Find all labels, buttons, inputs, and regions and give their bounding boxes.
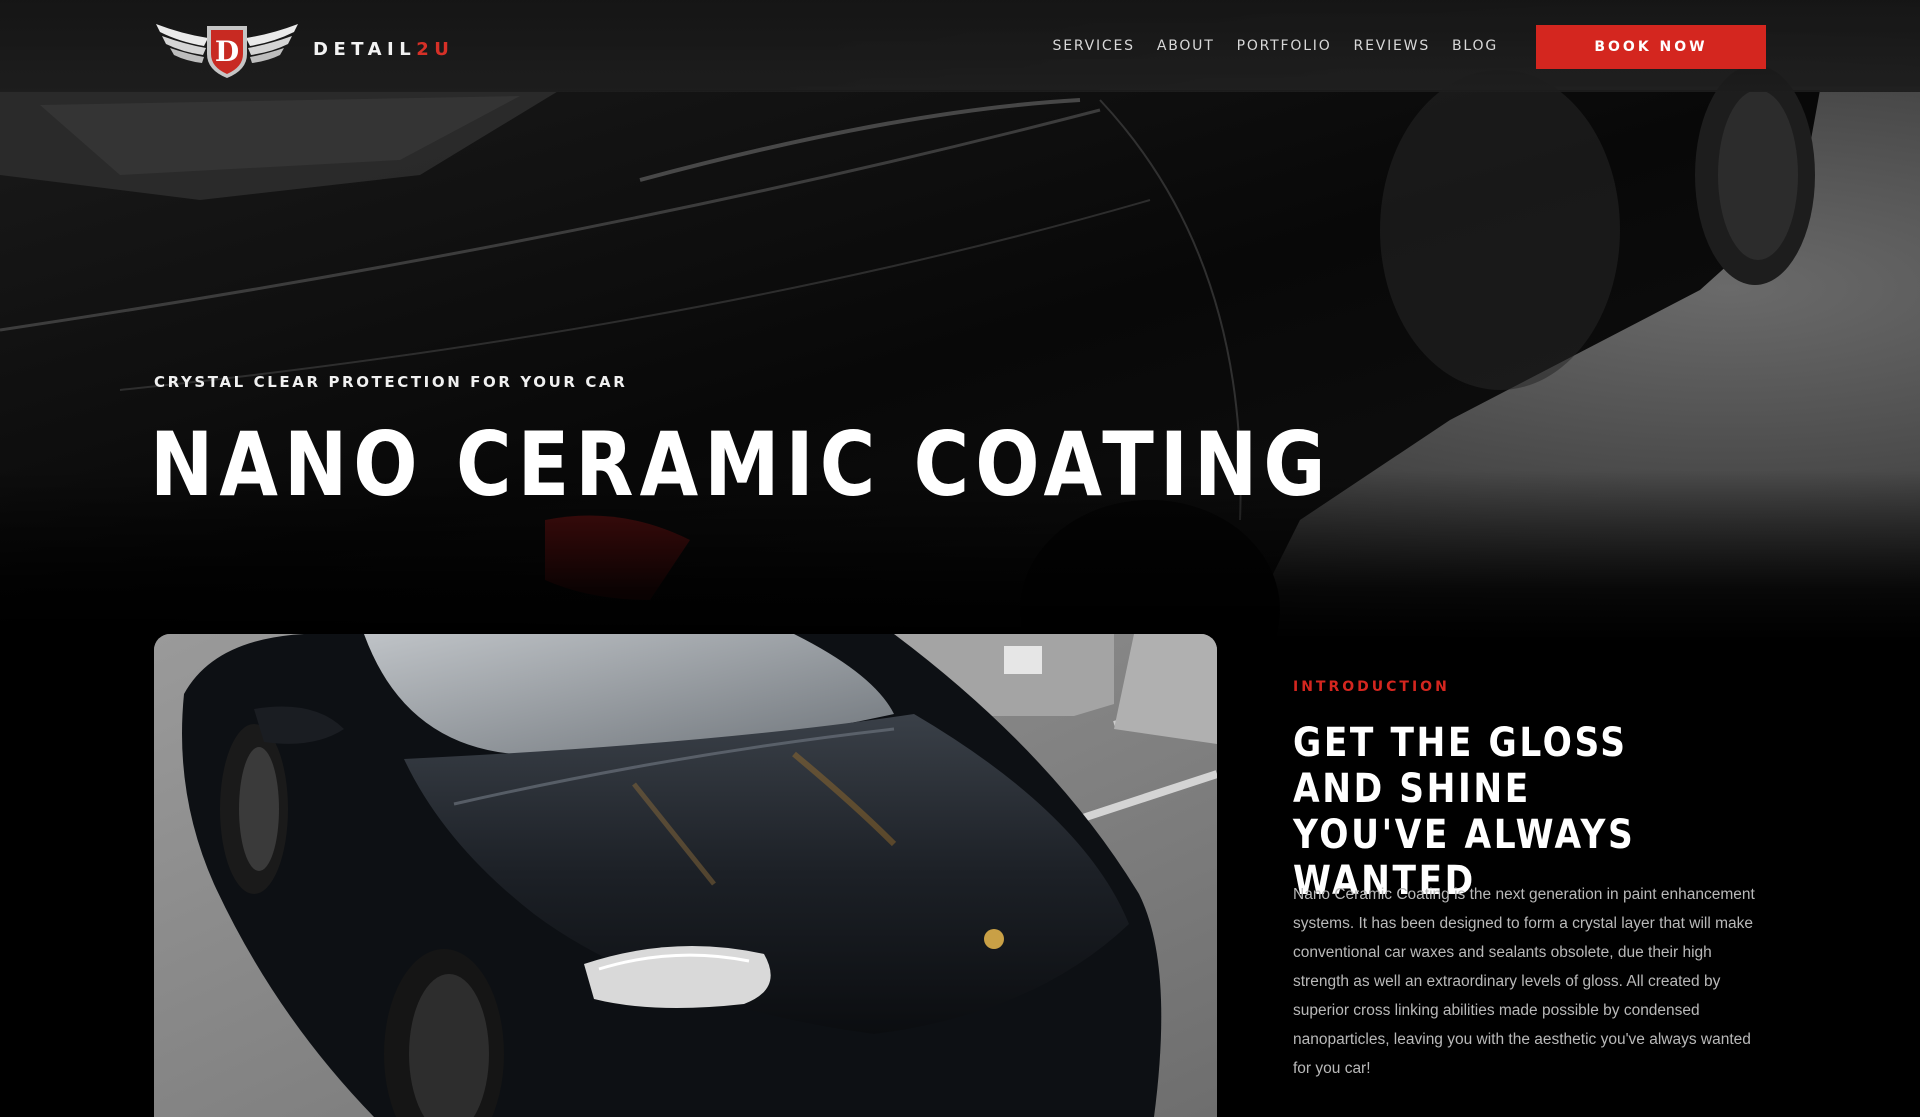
feature-car-image [154,634,1217,1117]
intro-body-text: Nano Ceramic Coating is the next generat… [1293,886,1755,1077]
main-nav: SERVICES ABOUT PORTFOLIO REVIEWS BLOG [1053,0,1498,92]
book-now-button[interactable]: BOOK NOW [1536,25,1766,69]
brand-wordmark: DETAIL2U [313,39,455,60]
intro-heading: GET THE GLOSS AND SHINE YOU'VE ALWAYS WA… [1293,720,1636,904]
brand-logo-link[interactable]: D DETAIL2U [152,14,449,80]
nav-item-portfolio[interactable]: PORTFOLIO [1237,38,1332,54]
nav-item-about[interactable]: ABOUT [1157,38,1215,54]
nav-item-services[interactable]: SERVICES [1053,38,1135,54]
hero-eyebrow: CRYSTAL CLEAR PROTECTION FOR YOUR CAR [154,373,628,391]
hero-title: NANO CERAMIC COATING [150,413,1332,516]
page: D DETAIL2U SERVICES ABOUT PORTFOLIO REVI… [0,0,1920,1117]
intro-eyebrow: INTRODUCTION [1293,679,1450,695]
site-header: D DETAIL2U SERVICES ABOUT PORTFOLIO REVI… [0,0,1920,92]
hero-background-image [0,0,1920,640]
winged-shield-logo-icon: D [156,24,298,78]
svg-text:D: D [215,35,239,68]
feature-car-illustration [154,634,1217,1117]
nav-item-blog[interactable]: BLOG [1452,38,1498,54]
nav-item-reviews[interactable]: REVIEWS [1354,38,1430,54]
